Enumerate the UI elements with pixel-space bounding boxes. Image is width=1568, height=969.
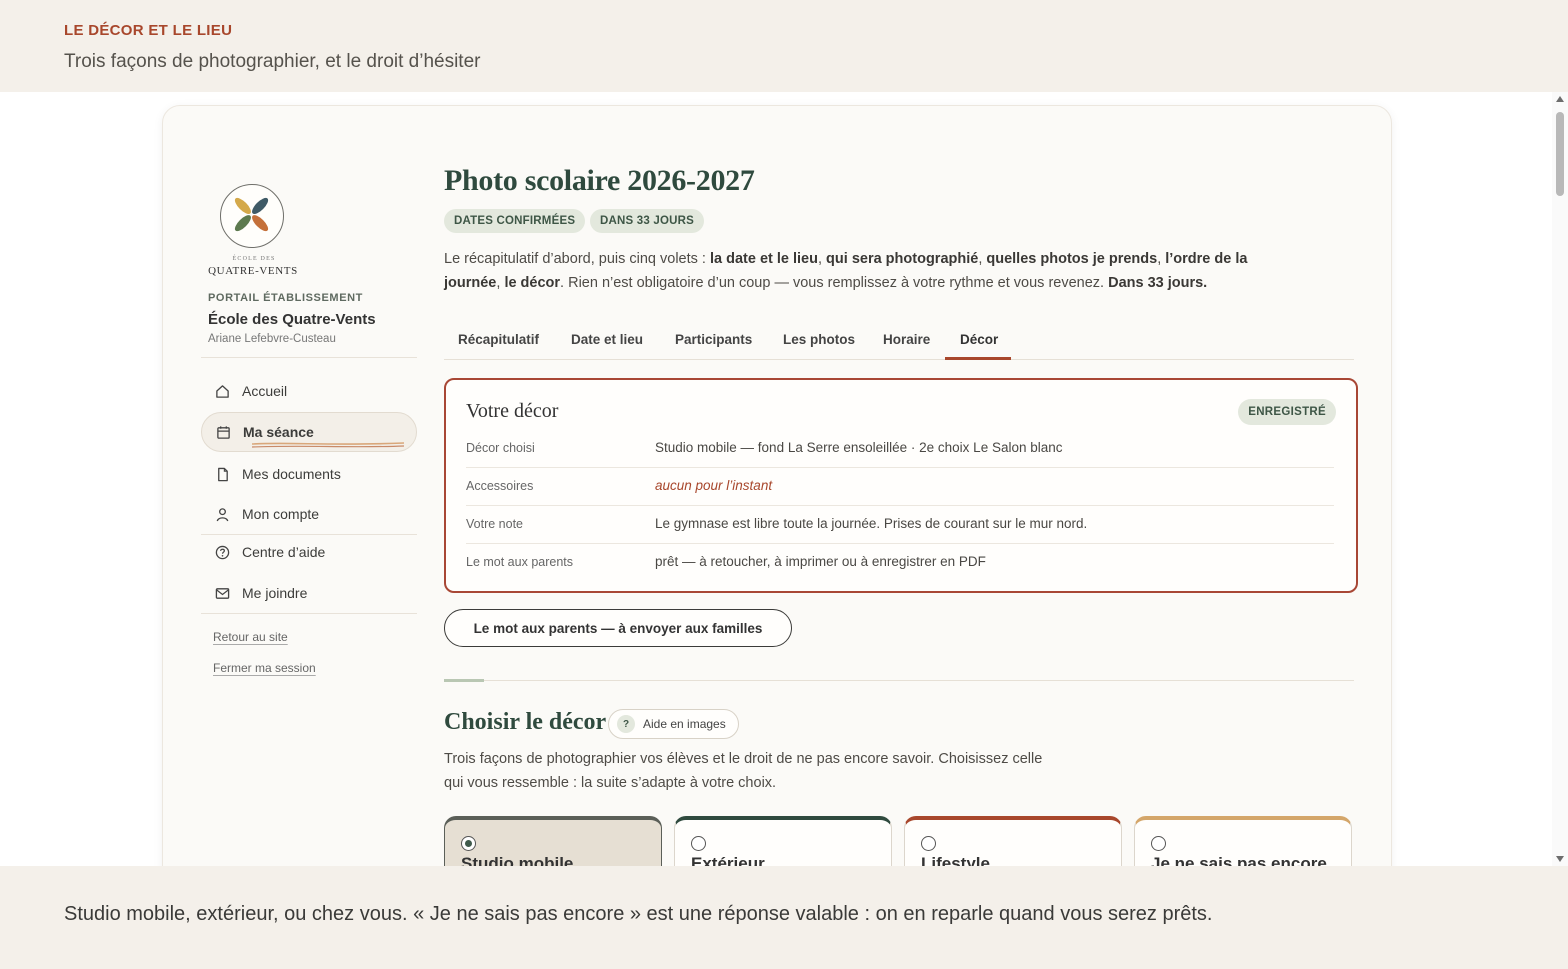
radio-button[interactable] bbox=[1151, 836, 1166, 851]
document-icon bbox=[214, 466, 230, 482]
radio-button[interactable] bbox=[461, 836, 476, 851]
school-name: École des Quatre-Vents bbox=[208, 311, 376, 328]
summary-row-key: Accessoires bbox=[466, 479, 534, 493]
bottom-caption: Studio mobile, extérieur, ou chez vous. … bbox=[64, 903, 1213, 925]
summary-row-key: Votre note bbox=[466, 517, 523, 531]
pinwheel-icon bbox=[234, 197, 269, 232]
decor-panel-title: Votre décor bbox=[466, 400, 559, 422]
active-underline-decoration bbox=[252, 442, 404, 448]
top-banner: LE DÉCOR ET LE LIEU Trois façons de phot… bbox=[0, 0, 1568, 92]
parents-letter-button[interactable]: Le mot aux parents — à envoyer aux famil… bbox=[444, 609, 792, 647]
bottom-caption-banner: Studio mobile, extérieur, ou chez vous. … bbox=[0, 866, 1568, 969]
radio-button[interactable] bbox=[921, 836, 936, 851]
user-name: Ariane Lefebvre-Custeau bbox=[208, 333, 336, 345]
tab-horaire[interactable]: Horaire bbox=[883, 332, 930, 347]
banner-eyebrow: LE DÉCOR ET LE LIEU bbox=[64, 22, 233, 39]
sidebar-divider bbox=[201, 613, 417, 614]
user-icon bbox=[214, 506, 230, 522]
summary-row: Décor choisi Studio mobile — fond La Ser… bbox=[466, 430, 1334, 468]
summary-row-value: Le gymnase est libre toute la journée. P… bbox=[655, 516, 1088, 531]
summary-row-key: Décor choisi bbox=[466, 441, 535, 455]
scroll-thumb[interactable] bbox=[1556, 112, 1564, 196]
banner-subtitle: Trois façons de photographier, et le dro… bbox=[64, 51, 481, 72]
tab-date-et-lieu[interactable]: Date et lieu bbox=[571, 332, 643, 347]
choice-label: Extérieur bbox=[691, 854, 765, 866]
summary-row: Accessoires aucun pour l’instant bbox=[466, 468, 1334, 506]
sidebar-item-me-joindre[interactable]: Me joindre bbox=[201, 573, 417, 613]
choice-label: Studio mobile bbox=[461, 854, 574, 866]
sidebar-item-label: Mes documents bbox=[242, 466, 341, 482]
page-scrollbar[interactable] bbox=[1552, 92, 1568, 866]
page-viewport: ÉCOLE DES QUATRE-VENTS PORTAIL ÉTABLISSE… bbox=[0, 92, 1568, 866]
decor-choice-undecided[interactable]: Je ne sais pas encore bbox=[1134, 816, 1352, 866]
help-circle-icon bbox=[214, 544, 230, 560]
section-tabs: Récapitulatif Date et lieu Participants … bbox=[444, 324, 1354, 360]
decor-summary-panel: Votre décor ENREGISTRÉ Décor choisi Stud… bbox=[444, 378, 1358, 593]
school-logo[interactable] bbox=[220, 184, 284, 248]
logout-link[interactable]: Fermer ma session bbox=[213, 661, 316, 675]
image-help-button[interactable]: ? Aide en images bbox=[608, 709, 739, 739]
scroll-down-arrow-icon[interactable] bbox=[1556, 856, 1564, 862]
decor-choice-exterieur[interactable]: Extérieur bbox=[674, 816, 892, 866]
sidebar-divider bbox=[201, 357, 417, 358]
tab-les-photos[interactable]: Les photos bbox=[783, 332, 855, 347]
intro-paragraph: Le récapitulatif d’abord, puis cinq vole… bbox=[444, 251, 1248, 291]
summary-row-value: aucun pour l’instant bbox=[655, 478, 773, 493]
sidebar-item-label: Me joindre bbox=[242, 585, 308, 601]
tab-decor[interactable]: Décor bbox=[960, 332, 998, 347]
tab-recapitulatif[interactable]: Récapitulatif bbox=[458, 332, 539, 347]
sidebar-item-mes-documents[interactable]: Mes documents bbox=[201, 454, 417, 494]
status-badge-dates: DATES CONFIRMÉES bbox=[444, 209, 586, 233]
decor-choice-lifestyle[interactable]: Lifestyle bbox=[904, 816, 1122, 866]
sidebar-item-label: Centre d’aide bbox=[242, 544, 326, 560]
summary-row-value: prêt — à retoucher, à imprimer ou à enre… bbox=[655, 554, 986, 569]
section-description: Trois façons de photographier vos élèves… bbox=[444, 751, 1043, 791]
portal-card: ÉCOLE DES QUATRE-VENTS PORTAIL ÉTABLISSE… bbox=[162, 105, 1392, 866]
radio-button[interactable] bbox=[691, 836, 706, 851]
back-to-site-link[interactable]: Retour au site bbox=[213, 630, 288, 644]
summary-row: Votre note Le gymnase est libre toute la… bbox=[466, 506, 1334, 544]
summary-row-key: Le mot aux parents bbox=[466, 555, 574, 569]
tab-participants[interactable]: Participants bbox=[675, 332, 752, 347]
mail-icon bbox=[214, 585, 230, 601]
summary-row: Le mot aux parents prêt — à retoucher, à… bbox=[466, 544, 1334, 582]
sidebar-item-label: Accueil bbox=[242, 383, 288, 399]
sidebar-item-centre-aide[interactable]: Centre d’aide bbox=[201, 532, 417, 572]
status-badge-countdown: DANS 33 JOURS bbox=[590, 209, 704, 233]
scroll-up-arrow-icon[interactable] bbox=[1556, 96, 1564, 102]
question-icon: ? bbox=[617, 715, 635, 733]
sidebar-item-mon-compte[interactable]: Mon compte bbox=[201, 494, 417, 534]
choice-label: Je ne sais pas encore bbox=[1151, 854, 1327, 866]
choice-label: Lifestyle bbox=[921, 854, 990, 866]
page-title: Photo scolaire 2026-2027 bbox=[444, 164, 755, 197]
home-icon bbox=[214, 383, 230, 399]
image-help-label: Aide en images bbox=[643, 717, 726, 731]
logo-caption-name: QUATRE-VENTS bbox=[208, 265, 298, 277]
section-title: Choisir le décor bbox=[444, 709, 607, 735]
sidebar-item-label: Ma séance bbox=[243, 424, 314, 440]
sidebar-item-label: Mon compte bbox=[242, 506, 320, 522]
section-divider-accent bbox=[444, 679, 484, 682]
portal-label: PORTAIL ÉTABLISSEMENT bbox=[208, 292, 363, 304]
active-tab-indicator bbox=[945, 357, 1011, 360]
saved-status-badge: ENREGISTRÉ bbox=[1238, 399, 1336, 425]
sidebar-item-accueil[interactable]: Accueil bbox=[201, 371, 417, 411]
logo-caption-small: ÉCOLE DES bbox=[232, 256, 276, 262]
sidebar-item-ma-seance[interactable]: Ma séance bbox=[201, 412, 417, 452]
decor-choice-studio-mobile[interactable]: Studio mobile bbox=[444, 816, 662, 866]
section-divider bbox=[444, 680, 1354, 681]
summary-row-value: Studio mobile — fond La Serre ensoleillé… bbox=[655, 440, 1063, 455]
calendar-icon bbox=[215, 424, 231, 440]
